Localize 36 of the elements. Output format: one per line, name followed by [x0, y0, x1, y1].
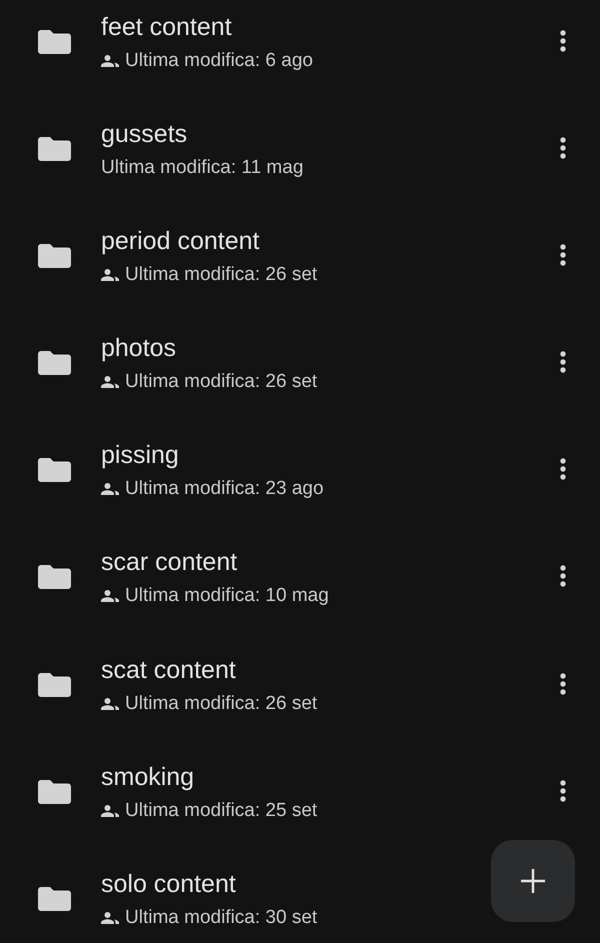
folder-icon	[38, 244, 71, 268]
folder-name: pissing	[101, 440, 179, 470]
more-options-icon[interactable]	[560, 458, 566, 480]
folder-icon	[38, 458, 71, 482]
more-options-icon[interactable]	[560, 565, 566, 588]
last-modified-text: Ultima modifica: 30 set	[125, 906, 318, 930]
last-modified-text: Ultima modifica: 25 set	[125, 798, 318, 823]
more-options-icon[interactable]	[560, 244, 566, 266]
folder-icon	[38, 672, 71, 697]
last-modified-text: Ultima modifica: 26 set	[125, 370, 318, 394]
last-modified-text: Ultima modifica: 26 set	[125, 692, 318, 716]
folder-icon	[38, 30, 71, 54]
folder-name: feet content	[101, 12, 232, 42]
more-options-icon[interactable]	[560, 780, 566, 802]
last-modified-text: Ultima modifica: 23 ago	[125, 477, 324, 502]
more-options-icon[interactable]	[560, 137, 566, 160]
folder-name: photos	[101, 333, 176, 364]
folder-icon	[38, 886, 71, 911]
folder-name: smoking	[101, 762, 194, 792]
folder-icon	[38, 780, 71, 804]
last-modified-text: Ultima modifica: 10 mag	[125, 584, 329, 608]
last-modified-text: Ultima modifica: 6 ago	[125, 49, 313, 73]
more-options-icon[interactable]	[560, 672, 566, 695]
folder-icon	[38, 137, 71, 162]
folder-name: solo content	[101, 868, 236, 899]
folder-icon	[38, 565, 71, 590]
folder-name: scar content	[101, 547, 238, 578]
plus-icon	[521, 869, 545, 893]
folder-name: gussets	[101, 119, 188, 150]
more-options-icon[interactable]	[560, 30, 566, 52]
folder-name: scat content	[101, 654, 236, 685]
last-modified-text: Ultima modifica: 11 mag	[101, 156, 304, 180]
last-modified-text: Ultima modifica: 26 set	[125, 263, 318, 288]
more-options-icon[interactable]	[560, 351, 566, 374]
folder-icon	[38, 351, 71, 376]
folder-name: period content	[101, 226, 260, 256]
